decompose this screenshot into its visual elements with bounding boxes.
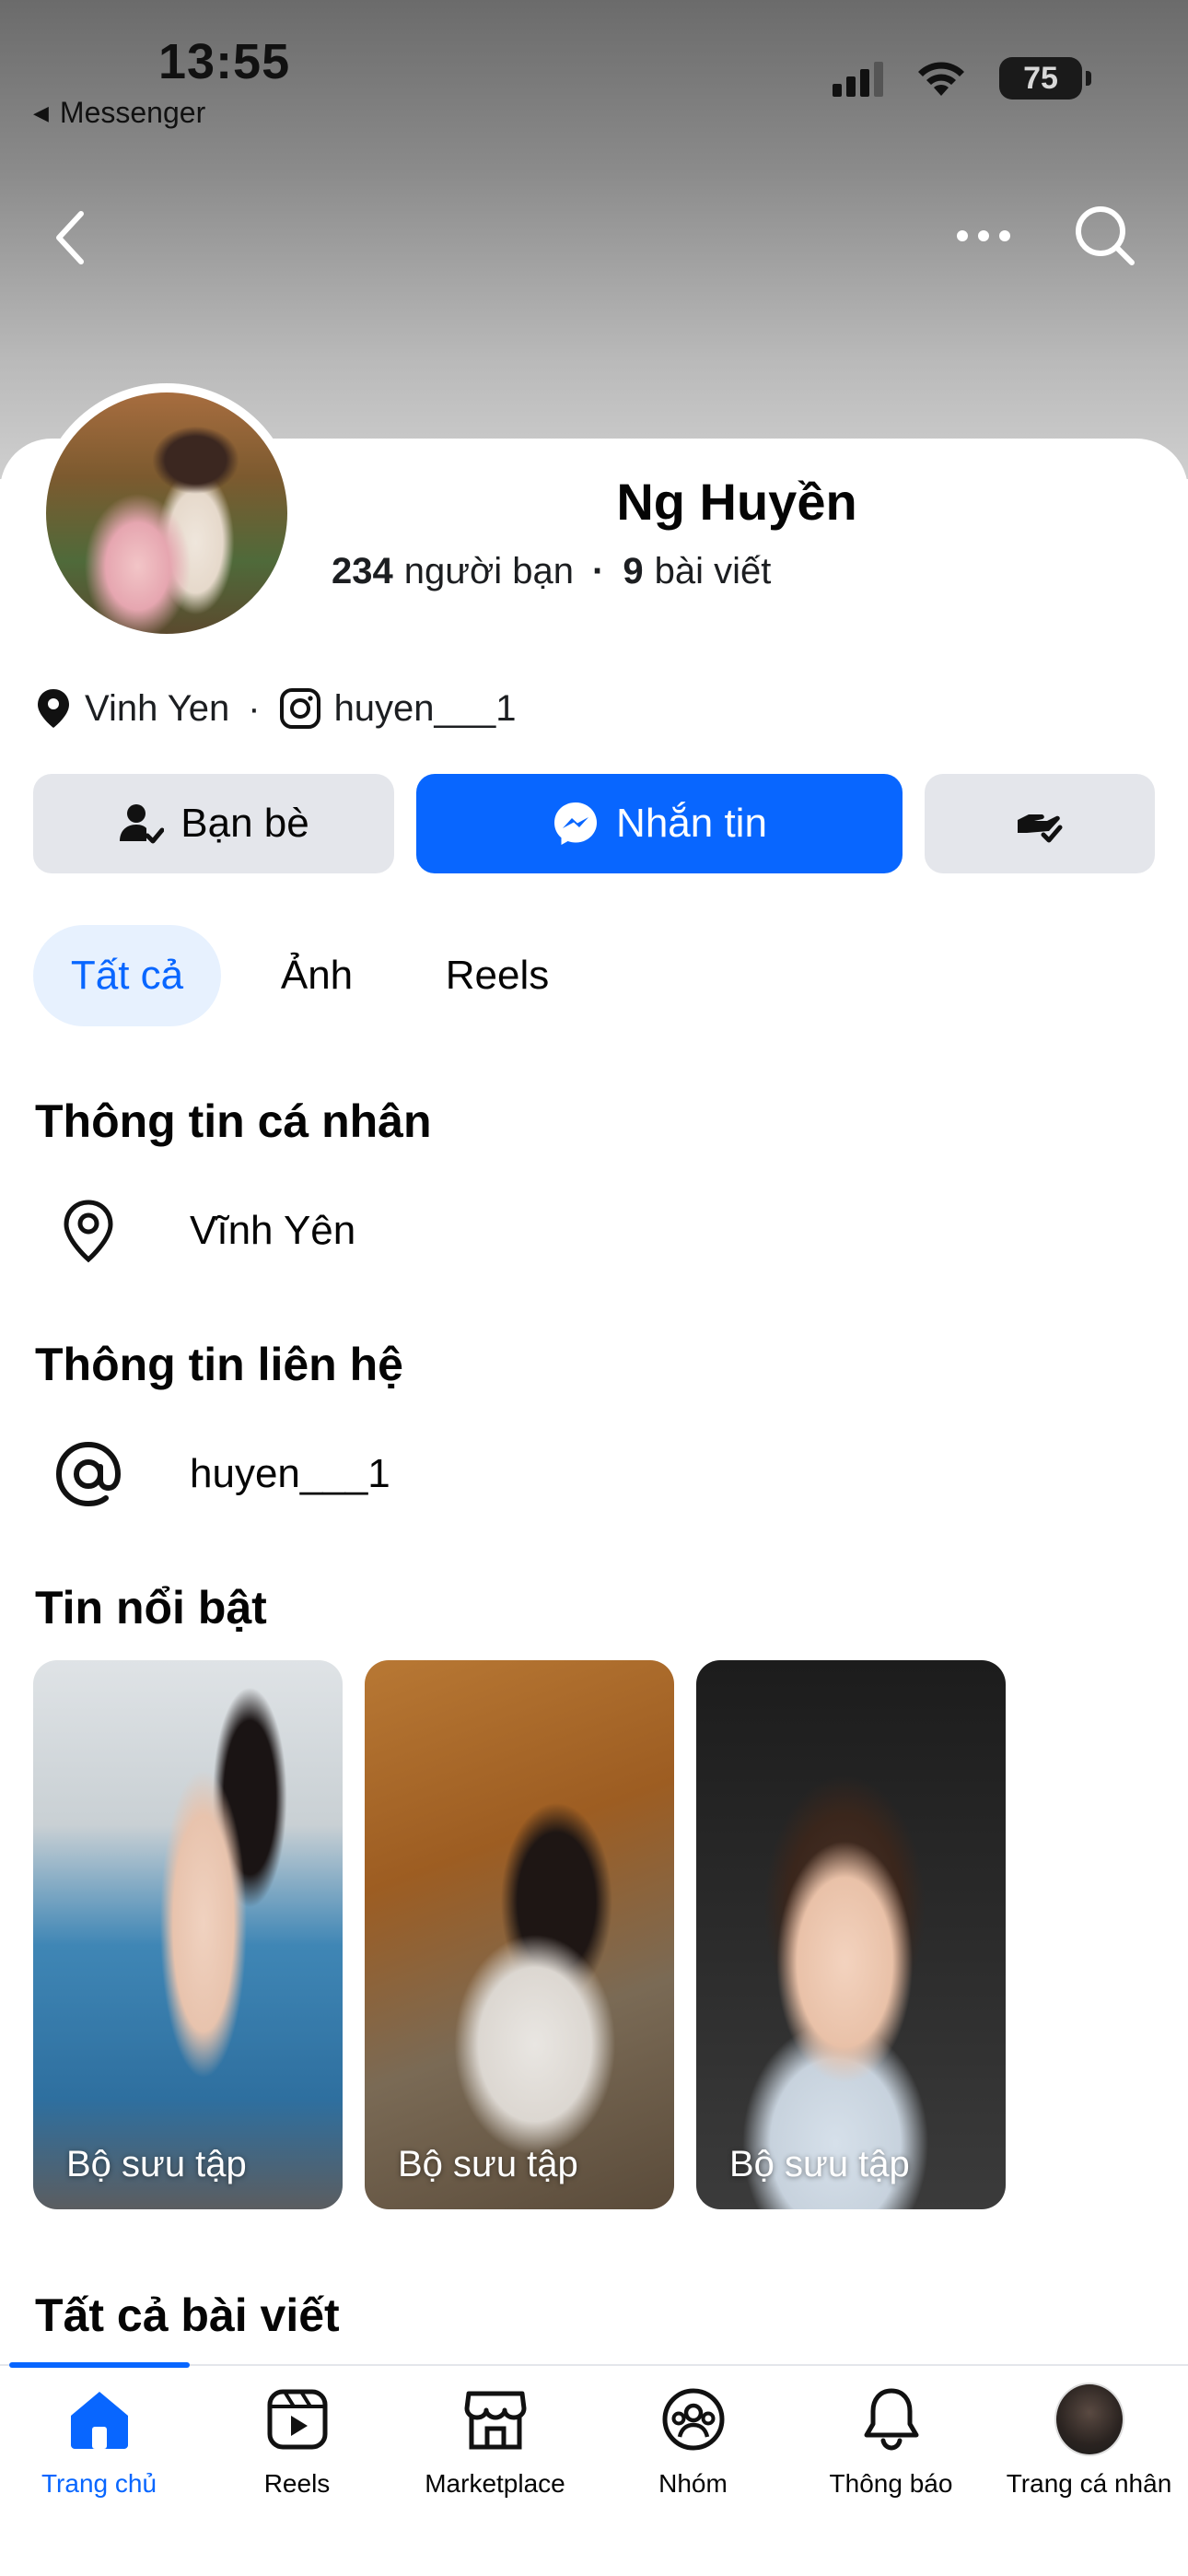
status-time: 13:55 xyxy=(158,34,291,89)
personal-location-row[interactable]: Vĩnh Yên xyxy=(53,1196,355,1266)
tabbar-groups[interactable]: Nhóm xyxy=(594,2384,792,2499)
status-indicators: 75 xyxy=(833,57,1091,100)
home-icon xyxy=(64,2384,134,2454)
profile-avatar[interactable] xyxy=(37,383,297,643)
tabbar-home[interactable]: Trang chủ xyxy=(0,2384,198,2499)
marketplace-icon xyxy=(460,2384,530,2454)
message-button-label: Nhắn tin xyxy=(616,801,767,846)
location-short: Vinh Yen xyxy=(85,687,230,729)
tabbar-label: Nhóm xyxy=(658,2469,728,2498)
stats-separator: · xyxy=(592,551,605,591)
active-tab-indicator xyxy=(9,2362,190,2368)
contact-handle-row[interactable]: huyen___1 xyxy=(53,1439,390,1509)
search-icon xyxy=(1076,206,1135,265)
tabbar-profile[interactable]: Trang cá nhân xyxy=(990,2383,1188,2499)
highlights-title: Tin nổi bật xyxy=(35,1582,267,1633)
tab-photos[interactable]: Ảnh xyxy=(249,925,385,1026)
tab-all[interactable]: Tất cả xyxy=(33,925,221,1026)
back-button[interactable] xyxy=(44,201,96,275)
highlight-story[interactable]: Bộ sưu tập xyxy=(696,1660,1006,2209)
wifi-icon xyxy=(918,62,964,96)
friends-count: 234 xyxy=(332,551,393,591)
tabbar-label: Reels xyxy=(263,2469,331,2498)
bell-icon xyxy=(856,2384,926,2454)
tabbar-label: Thông báo xyxy=(829,2469,953,2498)
message-button[interactable]: Nhắn tin xyxy=(416,774,903,873)
tabbar-avatar xyxy=(1054,2383,1124,2456)
friend-check-icon xyxy=(120,804,165,844)
contact-handle: huyen___1 xyxy=(190,1451,390,1496)
hand-check-icon xyxy=(1018,814,1063,843)
tabbar-label: Trang chủ xyxy=(41,2469,157,2498)
groups-icon xyxy=(658,2384,728,2454)
location-pin-icon xyxy=(38,689,69,728)
back-app-label: Messenger xyxy=(59,96,206,129)
personal-location: Vĩnh Yên xyxy=(190,1208,356,1253)
profile-avatar-icon xyxy=(1054,2383,1124,2456)
search-button[interactable] xyxy=(1068,199,1142,273)
highlight-story[interactable]: Bộ sưu tập xyxy=(365,1660,674,2209)
back-triangle-icon: ◀ xyxy=(33,100,49,124)
tabbar-reels[interactable]: Reels xyxy=(198,2384,396,2499)
posts-label: bài viết xyxy=(654,551,772,591)
friends-label: người bạn xyxy=(403,551,574,591)
messenger-icon xyxy=(554,802,598,845)
profile-meta-row: Vinh Yen · huyen___1 xyxy=(35,687,517,730)
highlight-story[interactable]: Bộ sưu tập xyxy=(33,1660,343,2209)
contact-info-title: Thông tin liên hệ xyxy=(35,1339,403,1390)
tab-reels[interactable]: Reels xyxy=(414,925,580,1026)
personal-info-title: Thông tin cá nhân xyxy=(35,1095,432,1147)
instagram-handle[interactable]: huyen___1 xyxy=(334,688,517,730)
tabbar-notifications[interactable]: Thông báo xyxy=(792,2384,990,2499)
friends-button-label: Bạn bè xyxy=(181,801,309,846)
friends-button[interactable]: Bạn bè xyxy=(33,774,394,873)
posts-count: 9 xyxy=(623,551,644,591)
instagram-icon xyxy=(279,688,320,729)
cellular-signal-icon xyxy=(833,60,883,97)
follow-options-button[interactable] xyxy=(925,774,1155,873)
highlight-label: Bộ sưu tập xyxy=(398,2144,578,2184)
bottom-tab-bar: Trang chủ Reels Marketplace Nhóm Thông b… xyxy=(0,2362,1188,2576)
meta-separator: · xyxy=(248,687,261,729)
tabbar-marketplace[interactable]: Marketplace xyxy=(396,2384,594,2499)
profile-photo xyxy=(46,392,287,634)
battery-indicator: 75 xyxy=(999,57,1091,100)
tabbar-label: Trang cá nhân xyxy=(1006,2469,1172,2498)
tabbar-label: Marketplace xyxy=(425,2469,565,2498)
reels-icon xyxy=(262,2384,332,2454)
highlight-label: Bộ sưu tập xyxy=(729,2144,910,2184)
profile-stats: 234 người bạn · 9 bài viết xyxy=(332,551,771,592)
more-options-button[interactable] xyxy=(949,210,1019,262)
more-dots-icon xyxy=(957,230,1010,241)
all-posts-title: Tất cả bài viết xyxy=(35,2289,340,2341)
location-outline-icon xyxy=(53,1196,123,1266)
back-to-app[interactable]: ◀ Messenger xyxy=(33,96,205,130)
at-sign-icon xyxy=(53,1439,123,1509)
highlight-label: Bộ sưu tập xyxy=(66,2144,247,2184)
chevron-left-icon xyxy=(56,211,84,264)
